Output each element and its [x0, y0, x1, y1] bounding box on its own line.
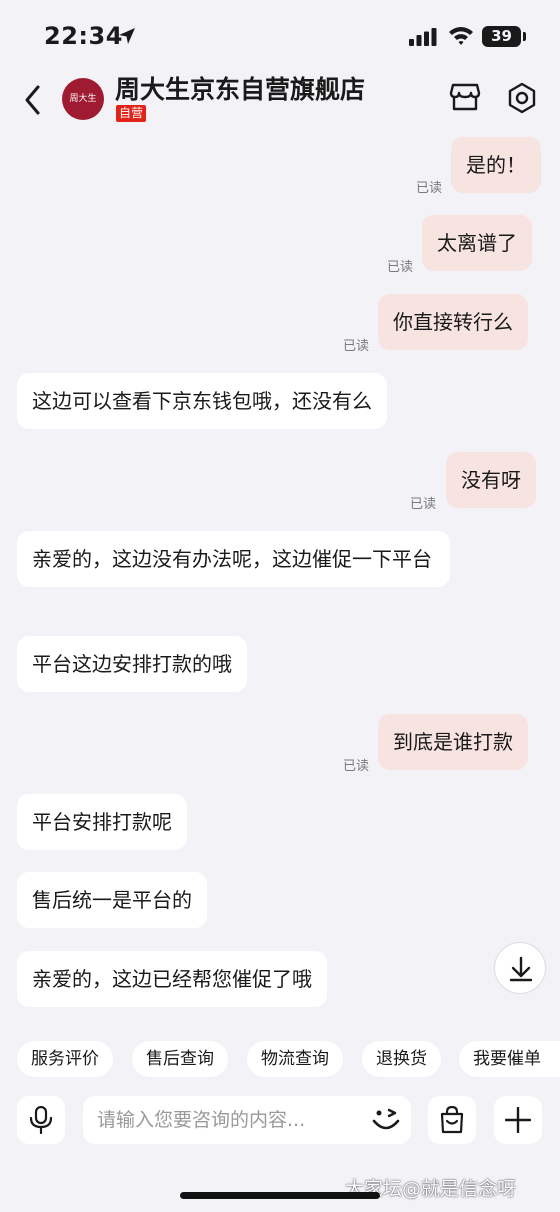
shop-logo[interactable]: 周大生	[62, 78, 104, 120]
my-message-bubble[interactable]: 没有呀	[446, 452, 536, 508]
shopping-bag-button[interactable]	[428, 1096, 476, 1144]
status-time: 22:34	[44, 22, 123, 50]
battery-tip	[523, 32, 526, 41]
voice-input-button[interactable]	[17, 1096, 65, 1144]
wifi-icon	[449, 27, 473, 45]
my-message-bubble[interactable]: 太离谱了	[422, 215, 532, 271]
shopping-bag-icon	[440, 1106, 464, 1134]
my-message-bubble[interactable]: 到底是谁打款	[378, 714, 528, 770]
chevron-left-icon[interactable]	[20, 82, 46, 118]
their-message-bubble[interactable]: 平台安排打款呢	[17, 794, 187, 850]
plus-icon	[505, 1107, 531, 1133]
battery-indicator: 39	[482, 26, 521, 47]
arrow-down-icon	[509, 956, 533, 982]
quick-action-chip[interactable]: 退换货	[362, 1041, 441, 1077]
quick-action-chip[interactable]: 我要催单	[459, 1041, 560, 1077]
microphone-icon	[29, 1106, 53, 1134]
their-message-bubble[interactable]: 亲爱的，这边已经帮您催促了哦	[17, 951, 327, 1007]
cellular-signal-icon	[409, 28, 437, 46]
read-receipt: 已读	[416, 181, 443, 196]
shop-name[interactable]: 周大生京东自营旗舰店	[115, 70, 365, 106]
chat-header: 周大生 周大生京东自营旗舰店 自营	[0, 62, 560, 134]
more-options-button[interactable]	[494, 1096, 542, 1144]
their-message-bubble[interactable]: 平台这边安排打款的哦	[17, 636, 247, 692]
my-message-bubble[interactable]: 你直接转行么	[378, 294, 528, 350]
self-operated-badge: 自营	[116, 105, 147, 122]
read-receipt: 已读	[387, 260, 414, 275]
quick-action-chip[interactable]: 售后查询	[132, 1041, 228, 1077]
quick-action-chip[interactable]: 物流查询	[247, 1041, 343, 1077]
read-receipt: 已读	[410, 497, 437, 512]
home-indicator[interactable]	[180, 1192, 380, 1199]
wink-emoji-icon[interactable]	[370, 1105, 402, 1135]
message-input[interactable]	[83, 1096, 411, 1144]
scroll-to-bottom-button[interactable]	[494, 942, 546, 994]
their-message-bubble[interactable]: 售后统一是平台的	[17, 872, 207, 928]
hexagon-settings-icon[interactable]	[507, 82, 537, 114]
quick-action-chip[interactable]: 服务评价	[17, 1041, 113, 1077]
their-message-bubble[interactable]: 亲爱的，这边没有办法呢，这边催促一下平台	[17, 531, 450, 587]
store-icon[interactable]	[449, 82, 481, 112]
location-arrow-icon	[119, 28, 135, 44]
my-message-bubble[interactable]: 是的！	[451, 137, 541, 193]
read-receipt: 已读	[343, 339, 370, 354]
read-receipt: 已读	[343, 759, 370, 774]
their-message-bubble[interactable]: 这边可以查看下京东钱包哦，还没有么	[17, 373, 387, 429]
